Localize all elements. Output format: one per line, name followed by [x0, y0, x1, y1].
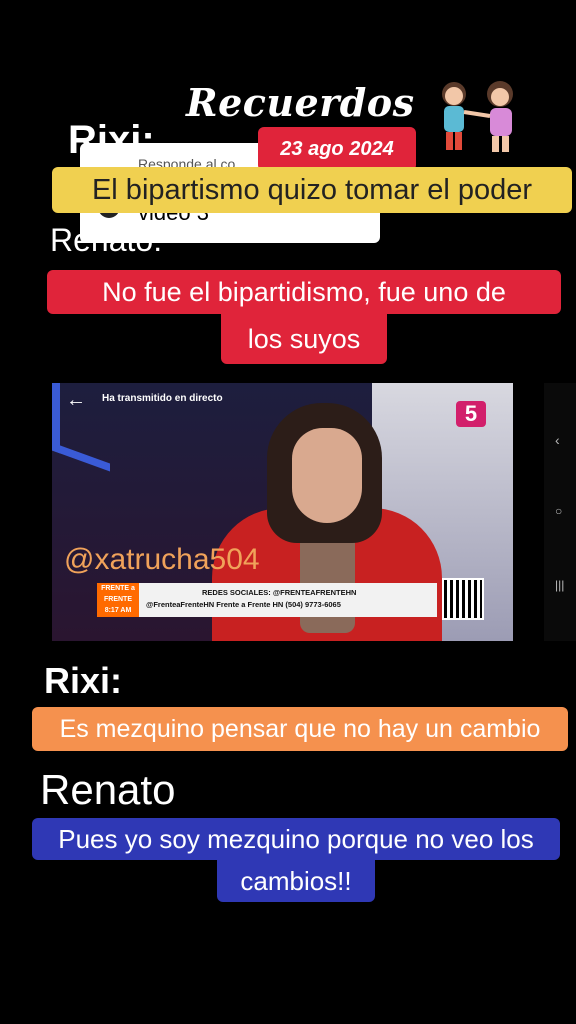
- watermark-handle: @xatrucha504: [64, 543, 260, 576]
- kids-sticker-icon: [442, 81, 513, 152]
- social-title: REDES SOCIALES: @FRENTEAFRENTEHN: [202, 588, 357, 597]
- presenter-face: [292, 428, 362, 523]
- program-tag: FRENTE a FRENTE 8:17 AM: [97, 583, 139, 617]
- caption-red-line1: No fue el bipartidismo, fue uno de: [47, 270, 561, 314]
- back-arrow-icon[interactable]: ←: [66, 389, 86, 412]
- qr-code-icon: [442, 578, 484, 620]
- caption-blue-line2: cambios!!: [217, 860, 375, 902]
- chevron-left-icon[interactable]: ‹: [555, 432, 560, 448]
- caption-blue-line1: Pues yo soy mezquino porque no veo los: [32, 818, 560, 860]
- speaker-rixi-label-2: Rixi:: [44, 660, 123, 701]
- social-handles: @FrenteaFrenteHN Frente a Frente HN (504…: [146, 600, 341, 609]
- live-status-text: Ha transmitido en directo: [102, 393, 223, 404]
- caption-red-line2: los suyos: [221, 314, 387, 364]
- recents-icon[interactable]: |||: [555, 578, 564, 592]
- video-player[interactable]: 5 ← Ha transmitido en directo @xatrucha5…: [52, 383, 513, 641]
- page-title: Recuerdos: [186, 80, 415, 125]
- channel-logo: 5: [456, 401, 486, 427]
- speaker-renato-label-2: Renato: [40, 766, 176, 813]
- home-circle-icon[interactable]: ○: [555, 504, 562, 518]
- speaker-renato-label: Renato:: [50, 222, 163, 258]
- date-badge: 23 ago 2024: [258, 127, 416, 171]
- caption-yellow: El bipartismo quizo tomar el poder: [52, 167, 572, 213]
- caption-orange: Es mezquino pensar que no hay un cambio: [32, 707, 568, 751]
